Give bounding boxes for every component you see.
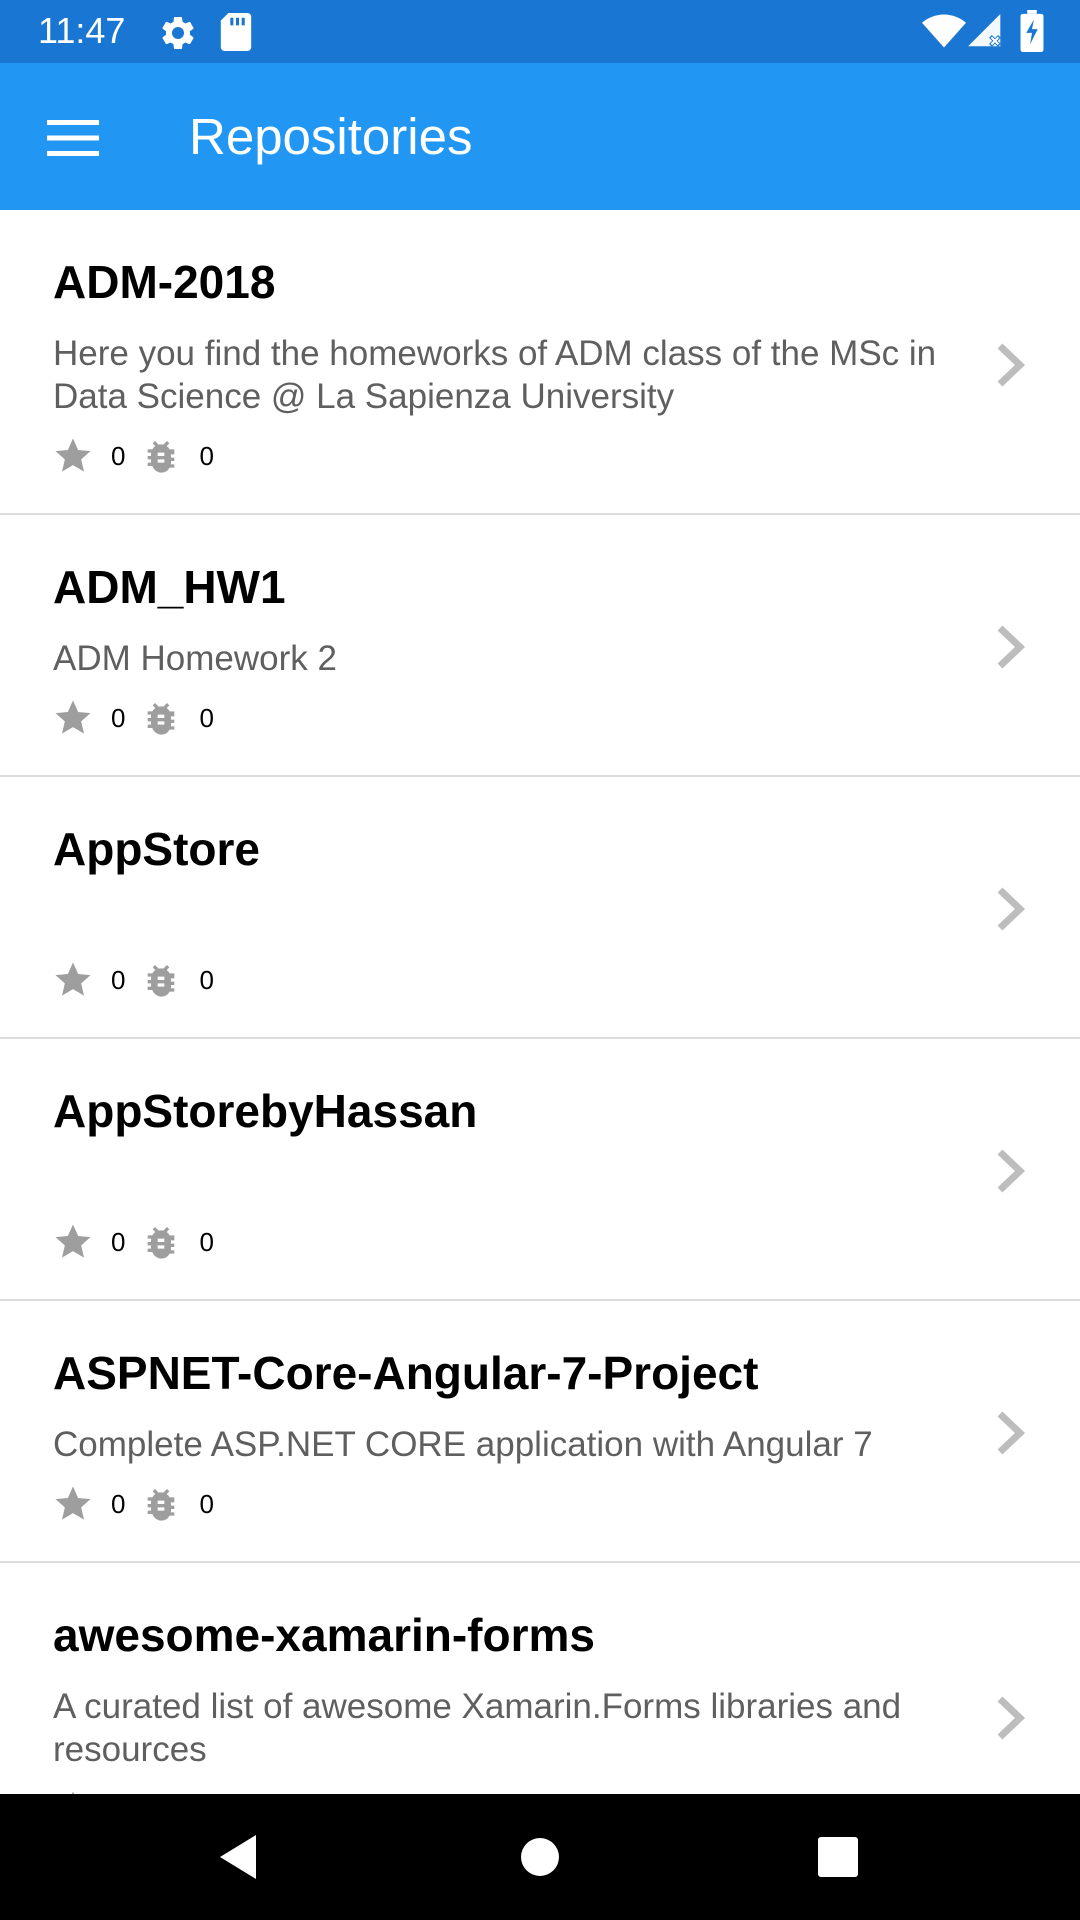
star-icon [55, 962, 91, 996]
star-icon [55, 438, 91, 472]
repo-name: ASPNET-Core-Angular-7-Project [53, 1347, 759, 1399]
chevron-right-icon [997, 887, 1026, 931]
repo-description: ADM Homework 2 [53, 639, 337, 678]
bug-icon [148, 441, 175, 473]
issue-count: 0 [199, 1227, 214, 1257]
home-circle-icon [521, 1838, 559, 1876]
star-count: 0 [111, 965, 126, 995]
chevron-right-icon [997, 1696, 1026, 1740]
star-icon [55, 1486, 91, 1520]
chevron-right-icon [997, 1149, 1026, 1193]
recents-button[interactable] [798, 1822, 878, 1892]
repo-name: awesome-xamarin-forms [53, 1609, 595, 1661]
star-icon [55, 1224, 91, 1258]
list-item[interactable]: awesome-xamarin-forms A curated list of … [0, 1563, 1080, 1794]
bug-icon [148, 1227, 175, 1259]
page-title: Repositories [189, 108, 473, 165]
back-triangle-icon [220, 1835, 256, 1879]
repo-description: Here you find the homeworks of ADM class… [53, 334, 937, 416]
bug-icon [148, 965, 175, 997]
menu-button[interactable] [28, 103, 118, 173]
repo-stats: 0 0 [53, 1482, 230, 1526]
repo-stats: 0 0 [53, 1787, 230, 1794]
bug-icon [148, 1489, 175, 1521]
sd-card-icon [220, 13, 252, 51]
repo-stats: 0 0 [53, 1220, 230, 1264]
battery-charging-icon [1020, 10, 1044, 52]
repo-name: ADM-2018 [53, 256, 276, 308]
star-icon [55, 700, 91, 734]
wifi-icon [922, 14, 966, 48]
issue-count: 0 [199, 441, 214, 471]
issue-count: 0 [199, 965, 214, 995]
app-bar: Repositories [0, 63, 1080, 210]
home-button[interactable] [500, 1822, 580, 1892]
back-button[interactable] [198, 1822, 278, 1892]
repo-stats: 0 0 [53, 434, 230, 478]
hamburger-menu-icon [47, 120, 99, 156]
system-navigation-bar [0, 1794, 1080, 1920]
repo-description: A curated list of awesome Xamarin.Forms … [53, 1687, 902, 1769]
star-count: 0 [111, 1489, 126, 1519]
star-count: 0 [111, 703, 126, 733]
repo-stats: 0 0 [53, 958, 230, 1002]
status-bar: 11:47 [0, 0, 1080, 63]
repo-name: AppStorebyHassan [53, 1085, 478, 1137]
issue-count: 0 [199, 1489, 214, 1519]
chevron-right-icon [997, 1411, 1026, 1455]
recents-square-icon [818, 1837, 858, 1877]
gear-icon [162, 16, 194, 49]
star-count: 0 [111, 1787, 125, 1794]
issue-count: 0 [199, 703, 214, 733]
issue-count: 0 [199, 1787, 213, 1794]
repo-name: AppStore [53, 823, 260, 875]
bug-icon [148, 703, 175, 735]
repo-description: Complete ASP.NET CORE application with A… [53, 1425, 873, 1464]
repo-stats: 0 0 [53, 696, 230, 740]
list-item[interactable]: ADM-2018 Here you find the homeworks of … [0, 210, 1080, 513]
star-count: 0 [111, 1227, 126, 1257]
list-item[interactable]: AppStore 0 0 [0, 777, 1080, 1037]
repository-list[interactable]: ADM-2018 Here you find the homeworks of … [0, 210, 1080, 1794]
signal-icon [968, 14, 1001, 47]
chevron-right-icon [997, 343, 1026, 387]
status-time: 11:47 [38, 10, 126, 51]
list-item[interactable]: ADM_HW1 ADM Homework 2 0 0 [0, 515, 1080, 775]
repo-name: ADM_HW1 [53, 561, 286, 613]
chevron-right-icon [997, 625, 1026, 669]
star-count: 0 [111, 441, 126, 471]
list-item[interactable]: AppStorebyHassan 0 0 [0, 1039, 1080, 1299]
list-item[interactable]: ASPNET-Core-Angular-7-Project Complete A… [0, 1301, 1080, 1561]
